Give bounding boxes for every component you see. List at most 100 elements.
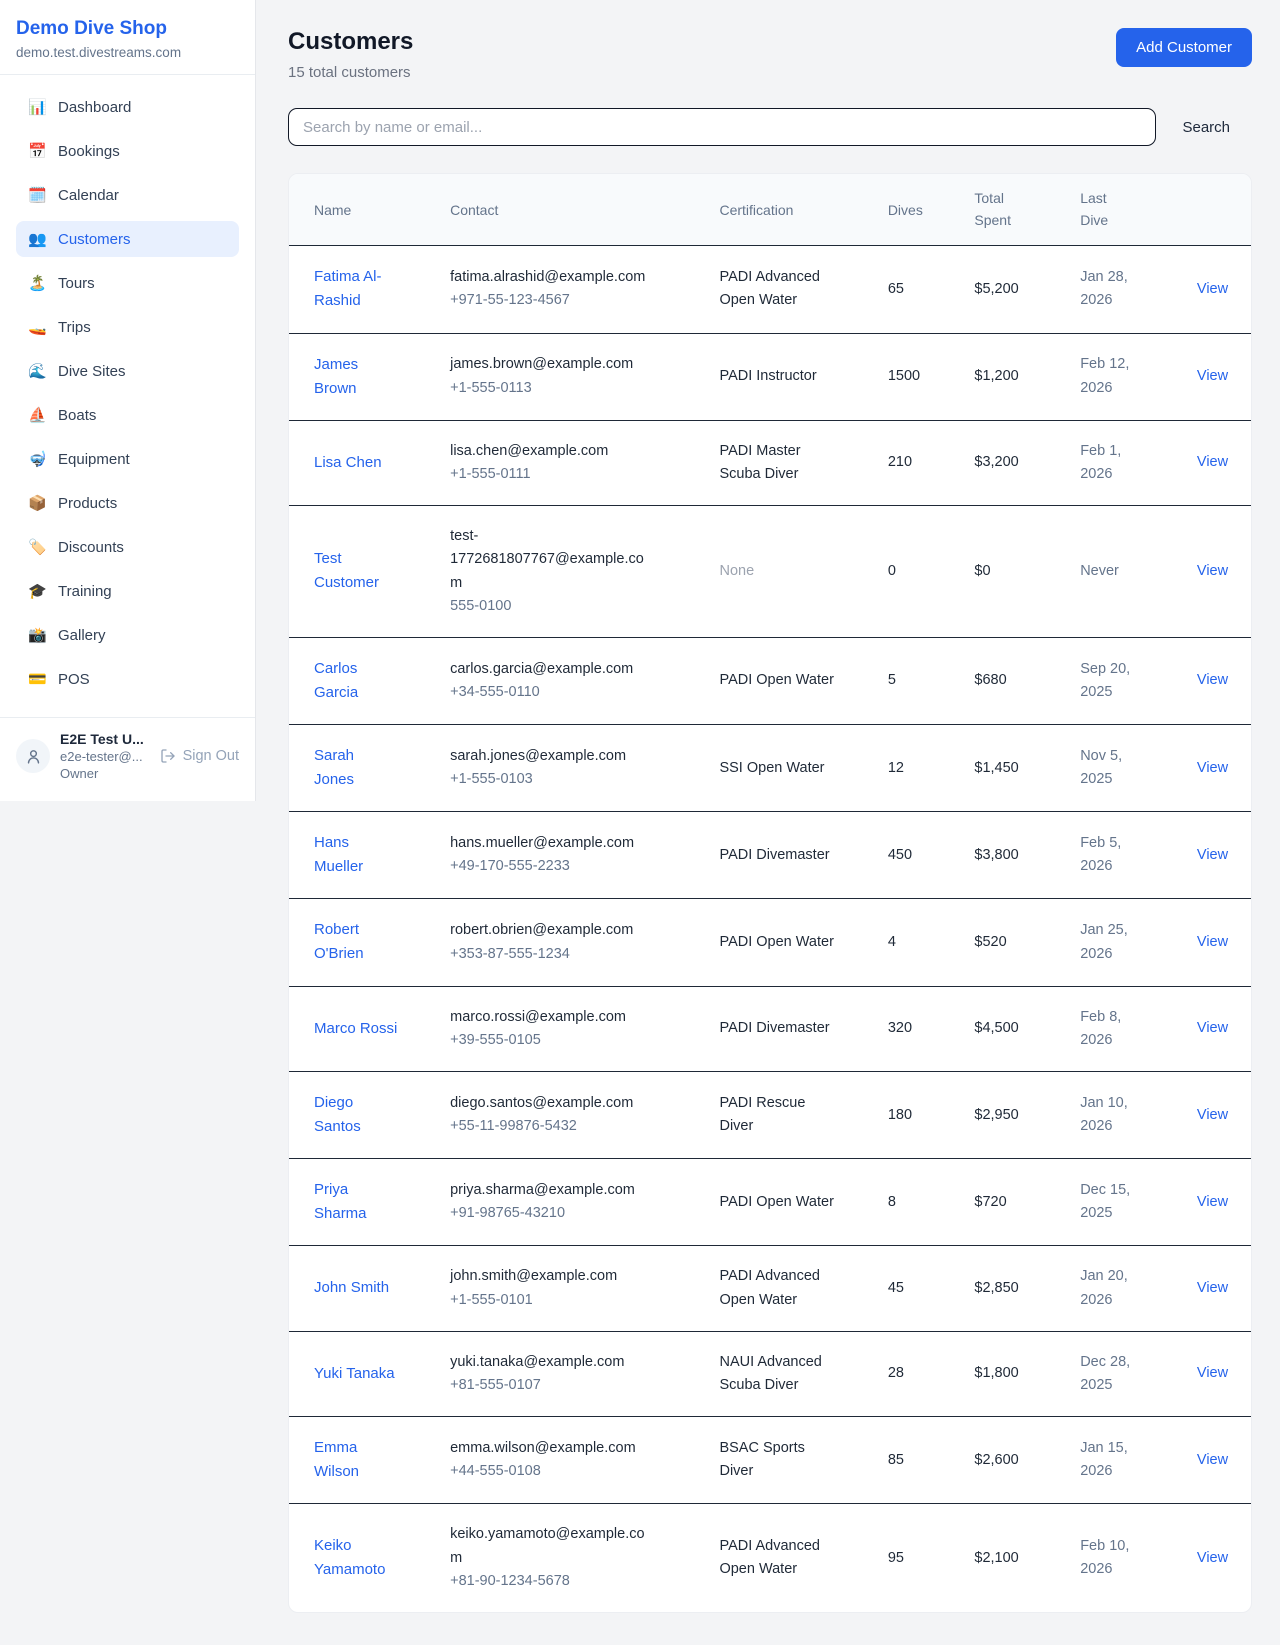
customer-email: james.brown@example.com	[450, 353, 655, 376]
customer-name-link[interactable]: Fatima Al-Rashid	[314, 265, 398, 313]
customer-total-spent-cell: $4,500	[962, 986, 1068, 1071]
customer-dives-cell: 5	[876, 637, 963, 724]
sidebar-item-products[interactable]: 📦Products	[16, 485, 239, 521]
customer-name-cell: Sarah Jones	[289, 725, 438, 812]
customer-phone: +1-555-0113	[450, 377, 695, 400]
col-header-last-dive: Last Dive	[1068, 174, 1174, 246]
last-dive-text: Feb 5, 2026	[1080, 832, 1138, 878]
view-link[interactable]: View	[1197, 1365, 1228, 1381]
customer-name-link[interactable]: James Brown	[314, 353, 398, 401]
view-link[interactable]: View	[1197, 934, 1228, 950]
sidebar-item-training[interactable]: 🎓Training	[16, 573, 239, 609]
customer-contact-cell: sarah.jones@example.com +1-555-0103	[438, 725, 707, 812]
sidebar-item-boats[interactable]: ⛵Boats	[16, 397, 239, 433]
customer-name-link[interactable]: Marco Rossi	[314, 1017, 397, 1041]
sidebar-item-equipment[interactable]: 🤿 Equipment	[16, 441, 239, 477]
table-row: Keiko Yamamoto keiko.yamamoto@example.co…	[289, 1504, 1251, 1612]
view-link[interactable]: View	[1197, 454, 1228, 470]
add-customer-button[interactable]: Add Customer	[1116, 28, 1252, 67]
customer-email: keiko.yamamoto@example.com	[450, 1523, 655, 1569]
customer-phone: +49-170-555-2233	[450, 855, 695, 878]
customer-name-cell: Diego Santos	[289, 1072, 438, 1159]
customer-phone: +1-555-0101	[450, 1289, 695, 1312]
customer-view-cell: View	[1174, 506, 1251, 638]
certification-text: SSI Open Water	[719, 757, 824, 780]
person-icon	[25, 748, 42, 765]
sidebar-item-discounts[interactable]: 🏷️Discounts	[16, 529, 239, 565]
customer-name-link[interactable]: Sarah Jones	[314, 744, 398, 792]
view-link[interactable]: View	[1197, 1280, 1228, 1296]
sign-out-button[interactable]: Sign Out	[160, 748, 239, 764]
sidebar: Demo Dive Shop demo.test.divestreams.com…	[0, 0, 256, 801]
view-link[interactable]: View	[1197, 563, 1228, 579]
sidebar-item-label: Customers	[58, 231, 131, 248]
customer-name-link[interactable]: Carlos Garcia	[314, 657, 398, 705]
customer-name-link[interactable]: Diego Santos	[314, 1091, 398, 1139]
sidebar-item-label: POS	[58, 671, 90, 688]
customer-name-link[interactable]: Test Customer	[314, 547, 398, 595]
customer-email: test-1772681807767@example.com	[450, 525, 655, 595]
view-link[interactable]: View	[1197, 672, 1228, 688]
certification-text: PADI Advanced Open Water	[719, 1535, 839, 1581]
sidebar-item-label: Tours	[58, 275, 95, 292]
search-input[interactable]	[288, 108, 1156, 146]
view-link[interactable]: View	[1197, 760, 1228, 776]
sidebar-item-label: Equipment	[58, 451, 130, 468]
sidebar-item-dashboard[interactable]: 📊Dashboard	[16, 89, 239, 125]
customer-name-link[interactable]: Hans Mueller	[314, 831, 398, 879]
sign-out-label: Sign Out	[183, 748, 239, 764]
customer-certification-cell: PADI Instructor	[707, 333, 875, 420]
customer-dives-cell: 320	[876, 986, 963, 1071]
view-link[interactable]: View	[1197, 368, 1228, 384]
customer-email: john.smith@example.com	[450, 1265, 655, 1288]
customer-certification-cell: PADI Advanced Open Water	[707, 246, 875, 333]
last-dive-text: Dec 15, 2025	[1080, 1179, 1138, 1225]
sidebar-item-pos[interactable]: 💳POS	[16, 661, 239, 697]
certification-text: PADI Instructor	[719, 365, 816, 388]
customer-email: yuki.tanaka@example.com	[450, 1351, 655, 1374]
customer-certification-cell: BSAC Sports Diver	[707, 1417, 875, 1504]
customer-certification-cell: PADI Open Water	[707, 637, 875, 724]
customer-name-link[interactable]: Lisa Chen	[314, 451, 382, 475]
search-button[interactable]: Search	[1182, 119, 1230, 136]
view-link[interactable]: View	[1197, 1194, 1228, 1210]
view-link[interactable]: View	[1197, 1550, 1228, 1566]
view-link[interactable]: View	[1197, 281, 1228, 297]
customer-name-link[interactable]: John Smith	[314, 1276, 389, 1300]
view-link[interactable]: View	[1197, 1452, 1228, 1468]
customer-name-link[interactable]: Priya Sharma	[314, 1178, 398, 1226]
last-dive-text: Jan 20, 2026	[1080, 1265, 1138, 1311]
customer-name-link[interactable]: Keiko Yamamoto	[314, 1534, 398, 1582]
customer-view-cell: View	[1174, 1504, 1251, 1612]
customer-name-link[interactable]: Robert O'Brien	[314, 918, 398, 966]
sidebar-item-label: Bookings	[58, 143, 120, 160]
customer-name-link[interactable]: Emma Wilson	[314, 1436, 398, 1484]
customer-dives-cell: 1500	[876, 333, 963, 420]
last-dive-text: Feb 8, 2026	[1080, 1006, 1138, 1052]
view-link[interactable]: View	[1197, 1020, 1228, 1036]
customer-dives-cell: 95	[876, 1504, 963, 1612]
customer-name-link[interactable]: Yuki Tanaka	[314, 1362, 395, 1386]
customer-dives-cell: 4	[876, 899, 963, 986]
user-email: e2e-tester@...	[60, 749, 150, 764]
sidebar-item-customers[interactable]: 👥Customers	[16, 221, 239, 257]
sidebar-item-tours[interactable]: 🏝️Tours	[16, 265, 239, 301]
sidebar-nav: 📊Dashboard 📅Bookings 🗓️Calendar 👥Customers 🏝…	[0, 75, 255, 715]
sidebar-item-trips[interactable]: 🚤Trips	[16, 309, 239, 345]
certification-text: PADI Master Scuba Diver	[719, 440, 839, 486]
last-dive-text: Sep 20, 2025	[1080, 658, 1138, 704]
sidebar-item-gallery[interactable]: 📸Gallery	[16, 617, 239, 653]
sidebar-item-dive-sites[interactable]: 🌊Dive Sites	[16, 353, 239, 389]
customer-view-cell: View	[1174, 1246, 1251, 1331]
view-link[interactable]: View	[1197, 847, 1228, 863]
sidebar-item-bookings[interactable]: 📅Bookings	[16, 133, 239, 169]
customer-table-body: Fatima Al-Rashid fatima.alrashid@example…	[289, 246, 1251, 1612]
sidebar-item-calendar[interactable]: 🗓️Calendar	[16, 177, 239, 213]
sidebar-item-label: Boats	[58, 407, 96, 424]
diving-mask-icon: 🤿	[28, 450, 46, 468]
customer-name-cell: James Brown	[289, 333, 438, 420]
table-row: Sarah Jones sarah.jones@example.com +1-5…	[289, 725, 1251, 812]
view-link[interactable]: View	[1197, 1107, 1228, 1123]
customer-total-spent-cell: $520	[962, 899, 1068, 986]
customer-view-cell: View	[1174, 420, 1251, 505]
